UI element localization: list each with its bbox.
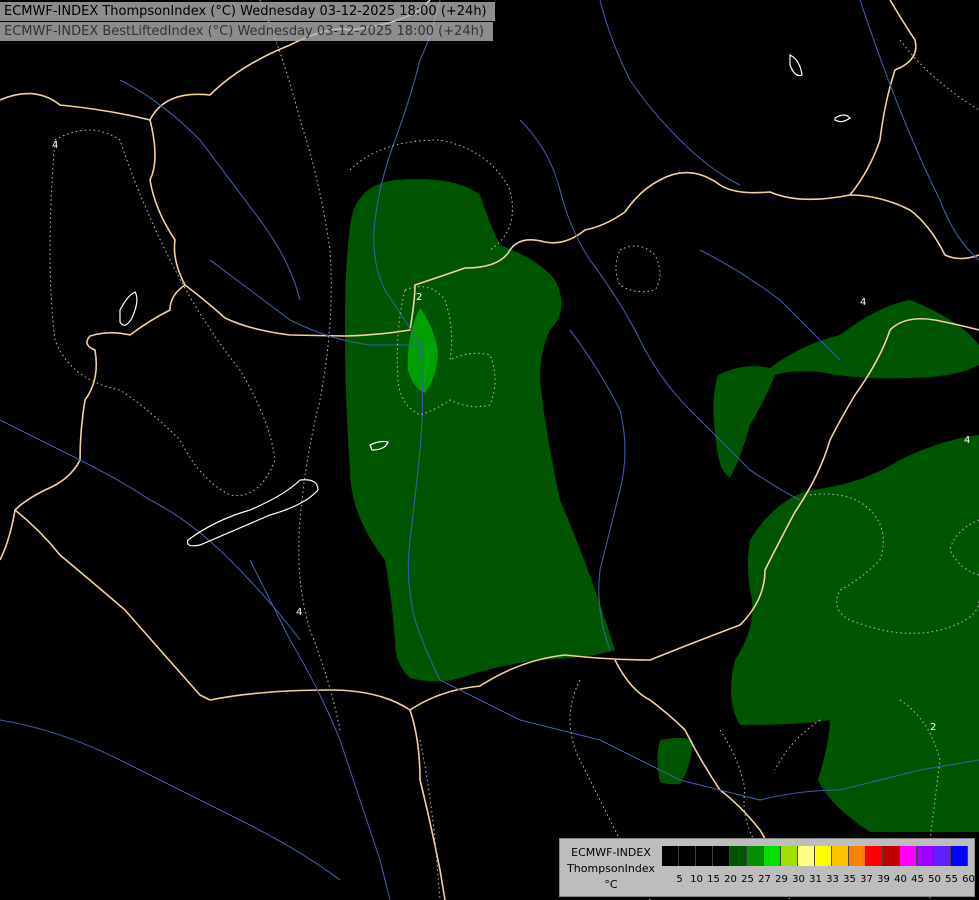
legend-tick-label: 31 xyxy=(809,874,822,885)
legend-swatch xyxy=(900,846,917,866)
legend-tick-label: 29 xyxy=(775,874,788,885)
legend-swatch xyxy=(696,846,713,866)
legend-swatch xyxy=(679,846,696,866)
legend-swatch xyxy=(815,846,832,866)
legend-swatch xyxy=(917,846,934,866)
legend-tick-label: 39 xyxy=(877,874,890,885)
legend-tick-label: 55 xyxy=(945,874,958,885)
legend-tick-label: 50 xyxy=(928,874,941,885)
legend-swatch xyxy=(883,846,900,866)
legend-tick-label: 30 xyxy=(792,874,805,885)
weather-map: 4 4 2 4 4 2 xyxy=(0,0,979,900)
legend-tick-label: 35 xyxy=(843,874,856,885)
contour-label: 4 xyxy=(964,435,970,446)
legend-swatch xyxy=(951,846,968,866)
legend-swatch xyxy=(764,846,781,866)
legend-tick-label: 5 xyxy=(676,874,683,885)
contour-label: 4 xyxy=(52,140,58,151)
legend-tick-label: 25 xyxy=(741,874,754,885)
legend-model: ECMWF-INDEX xyxy=(571,846,651,859)
legend-tick-label: 40 xyxy=(894,874,907,885)
legend-swatch xyxy=(781,846,798,866)
legend-tick-label: 27 xyxy=(758,874,771,885)
contour-label: 2 xyxy=(930,722,936,733)
legend-tick-label: 60 xyxy=(962,874,975,885)
legend-swatch xyxy=(849,846,866,866)
contour-label: 4 xyxy=(860,297,866,308)
legend-swatch xyxy=(832,846,849,866)
legend-unit: °C xyxy=(604,878,618,891)
legend-swatch xyxy=(713,846,730,866)
contour-label: 4 xyxy=(296,607,302,618)
legend-swatches xyxy=(662,846,968,866)
map-title-primary: ECMWF-INDEX ThompsonIndex (°C) Wednesday… xyxy=(0,2,495,21)
legend-swatch xyxy=(934,846,951,866)
legend-tick-label: 15 xyxy=(707,874,720,885)
legend-tick-label: 45 xyxy=(911,874,924,885)
legend-swatch xyxy=(866,846,883,866)
legend-tick-label: 37 xyxy=(860,874,873,885)
map-title-secondary: ECMWF-INDEX BestLiftedIndex (°C) Wednesd… xyxy=(0,22,493,41)
legend-ticks: 5 10 15 20 25 27 29 30 31 33 35 37 39 40 45 50 55 60 xyxy=(671,873,977,887)
legend-swatch xyxy=(730,846,747,866)
contour-label: 2 xyxy=(416,292,422,303)
legend-tick-label: 10 xyxy=(690,874,703,885)
legend-tick-label: 33 xyxy=(826,874,839,885)
legend-parameter: ThompsonIndex xyxy=(567,862,655,875)
color-legend: ECMWF-INDEX ThompsonIndex °C 5 10 15 20 25 27… xyxy=(559,838,975,897)
legend-swatch xyxy=(747,846,764,866)
legend-swatch xyxy=(662,846,679,866)
legend-tick-label: 20 xyxy=(724,874,737,885)
legend-swatch xyxy=(798,846,815,866)
